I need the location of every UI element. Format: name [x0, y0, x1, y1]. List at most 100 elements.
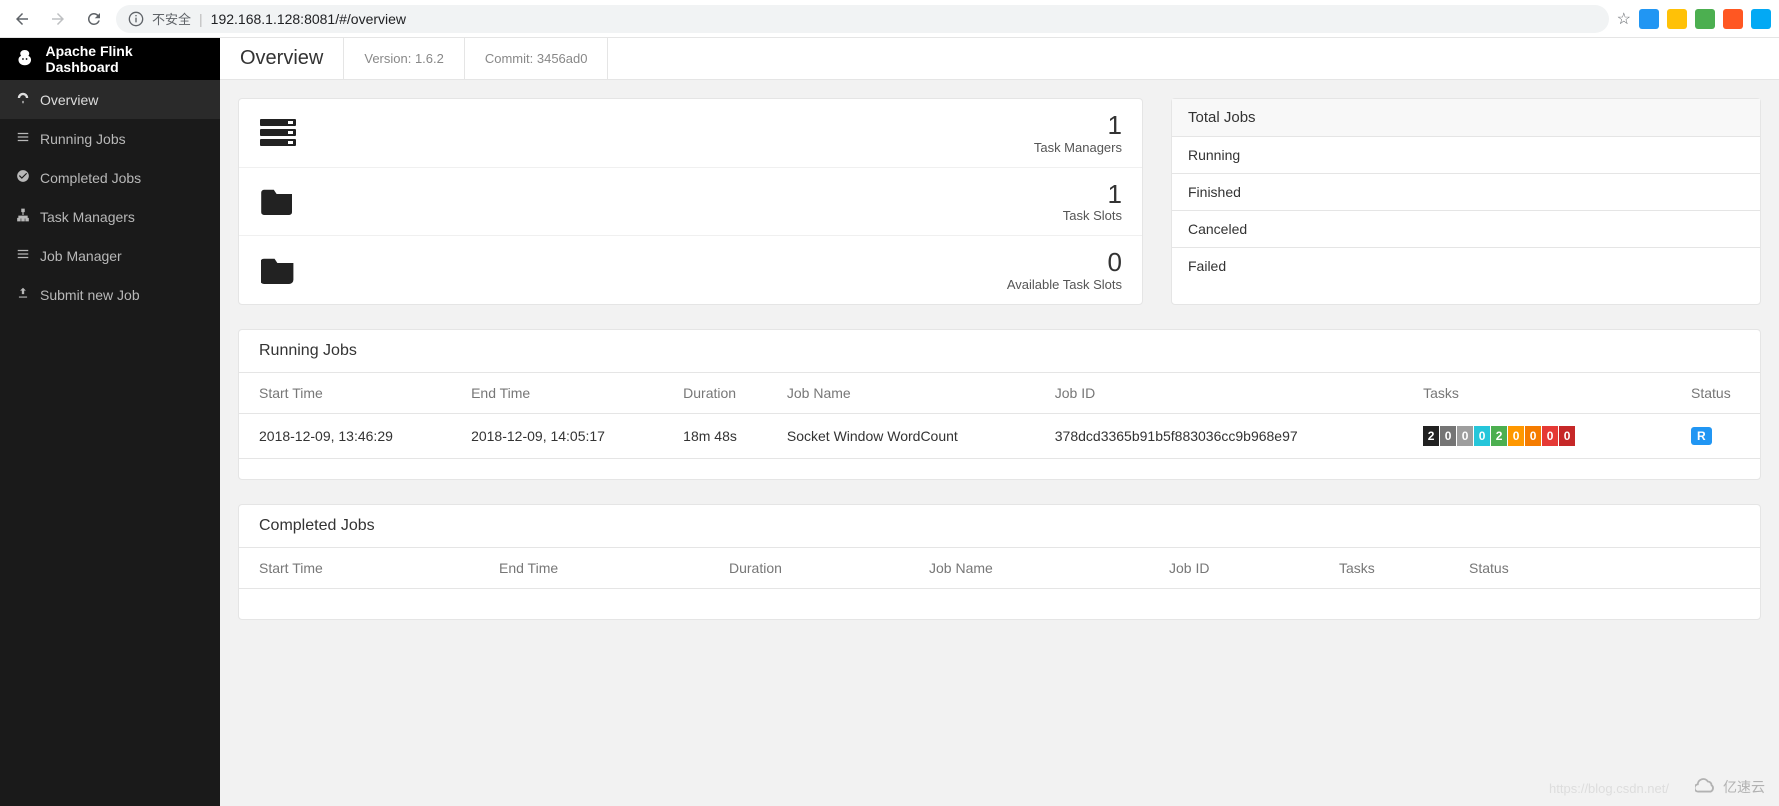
sidebar-item-label: Running Jobs [40, 131, 126, 147]
extension-icon[interactable] [1751, 9, 1771, 29]
running-jobs-panel: Running Jobs Start TimeEnd TimeDurationJ… [238, 329, 1761, 480]
total-jobs-header: Total Jobs [1172, 99, 1760, 137]
cell: 18m 48s [663, 413, 767, 458]
task-badge: 0 [1525, 426, 1541, 446]
running-jobs-table: Start TimeEnd TimeDurationJob NameJob ID… [239, 373, 1760, 459]
total-jobs-panel: Total Jobs RunningFinishedCanceledFailed [1171, 98, 1761, 305]
main-content: Overview Version: 1.6.2 Commit: 3456ad0 … [220, 38, 1779, 806]
list-icon [16, 247, 30, 264]
forward-button[interactable] [44, 5, 72, 33]
sidebar-item-job-manager[interactable]: Job Manager [0, 236, 220, 275]
col-start-time[interactable]: Start Time [239, 373, 451, 414]
col-tasks[interactable]: Tasks [1403, 373, 1671, 414]
col-start-time[interactable]: Start Time [239, 548, 479, 589]
task-badge: 0 [1440, 426, 1456, 446]
extension-icon[interactable] [1695, 9, 1715, 29]
col-end-time[interactable]: End Time [479, 548, 709, 589]
sidebar-item-label: Completed Jobs [40, 170, 141, 186]
stat-row-available-task-slots: 0Available Task Slots [239, 236, 1142, 304]
sitemap-icon [16, 208, 30, 225]
browser-chrome: 不安全 | 192.168.1.128:8081/#/overview ☆ [0, 0, 1779, 38]
folder-icon [259, 186, 297, 216]
sidebar-item-label: Overview [40, 92, 98, 108]
total-jobs-finished[interactable]: Finished [1172, 174, 1760, 211]
task-badge: 0 [1559, 426, 1575, 446]
cell: 378dcd3365b91b5f883036cc9b968e97 [1035, 413, 1403, 458]
sidebar-item-label: Job Manager [40, 248, 122, 264]
list-icon [16, 130, 30, 147]
total-jobs-canceled[interactable]: Canceled [1172, 211, 1760, 248]
col-status[interactable]: Status [1671, 373, 1760, 414]
table-row[interactable]: 2018-12-09, 13:46:292018-12-09, 14:05:17… [239, 413, 1760, 458]
stat-label: Task Managers [1034, 140, 1122, 155]
cell: 2018-12-09, 13:46:29 [239, 413, 451, 458]
col-duration[interactable]: Duration [663, 373, 767, 414]
check-circle-icon [16, 169, 30, 186]
stat-value: 1 [1063, 180, 1122, 209]
col-job-id[interactable]: Job ID [1149, 548, 1319, 589]
completed-jobs-table: Start TimeEnd TimeDurationJob NameJob ID… [239, 548, 1760, 589]
servers-icon [259, 118, 297, 148]
stat-value: 0 [1007, 248, 1122, 277]
extension-icon[interactable] [1667, 9, 1687, 29]
total-jobs-running[interactable]: Running [1172, 137, 1760, 174]
sidebar-item-submit-new-job[interactable]: Submit new Job [0, 275, 220, 314]
stat-label: Task Slots [1063, 208, 1122, 223]
col-end-time[interactable]: End Time [451, 373, 663, 414]
extension-icon[interactable] [1639, 9, 1659, 29]
running-jobs-title: Running Jobs [239, 330, 1760, 373]
stat-label: Available Task Slots [1007, 277, 1122, 292]
commit-label: Commit: 3456ad0 [465, 38, 609, 79]
cell: Socket Window WordCount [767, 413, 1035, 458]
completed-jobs-title: Completed Jobs [239, 505, 1760, 548]
extension-icons [1639, 9, 1771, 29]
url-text: 192.168.1.128:8081/#/overview [211, 11, 406, 27]
task-badge: 0 [1474, 426, 1490, 446]
sidebar-item-label: Submit new Job [40, 287, 140, 303]
sidebar-item-running-jobs[interactable]: Running Jobs [0, 119, 220, 158]
extension-icon[interactable] [1723, 9, 1743, 29]
task-badge: 0 [1542, 426, 1558, 446]
task-badge: 0 [1457, 426, 1473, 446]
star-icon[interactable]: ☆ [1617, 9, 1631, 29]
reload-button[interactable] [80, 5, 108, 33]
upload-icon [16, 286, 30, 303]
task-badge: 2 [1423, 426, 1439, 446]
folder-open-icon [259, 255, 297, 285]
status-badge: R [1691, 427, 1712, 445]
stat-row-task-managers: 1Task Managers [239, 99, 1142, 168]
sidebar-item-task-managers[interactable]: Task Managers [0, 197, 220, 236]
tasks-cell: 200020000 [1403, 413, 1671, 458]
completed-jobs-panel: Completed Jobs Start TimeEnd TimeDuratio… [238, 504, 1761, 620]
status-cell: R [1671, 413, 1760, 458]
col-job-name[interactable]: Job Name [767, 373, 1035, 414]
col-status[interactable]: Status [1449, 548, 1760, 589]
sidebar-title: Apache Flink Dashboard [46, 43, 206, 75]
col-job-name[interactable]: Job Name [909, 548, 1149, 589]
dashboard-icon [16, 91, 30, 108]
col-job-id[interactable]: Job ID [1035, 373, 1403, 414]
flink-logo-icon [14, 48, 36, 70]
total-jobs-failed[interactable]: Failed [1172, 248, 1760, 284]
topbar: Overview Version: 1.6.2 Commit: 3456ad0 [220, 38, 1779, 80]
sidebar-item-completed-jobs[interactable]: Completed Jobs [0, 158, 220, 197]
page-title: Overview [220, 38, 344, 79]
stat-value: 1 [1034, 111, 1122, 140]
col-duration[interactable]: Duration [709, 548, 909, 589]
sidebar-header[interactable]: Apache Flink Dashboard [0, 38, 220, 80]
sidebar-item-overview[interactable]: Overview [0, 80, 220, 119]
stat-row-task-slots: 1Task Slots [239, 168, 1142, 237]
version-label: Version: 1.6.2 [344, 38, 465, 79]
info-icon [128, 11, 144, 27]
security-label: 不安全 [152, 9, 191, 28]
col-tasks[interactable]: Tasks [1319, 548, 1449, 589]
task-badge: 2 [1491, 426, 1507, 446]
address-bar[interactable]: 不安全 | 192.168.1.128:8081/#/overview [116, 5, 1609, 33]
sidebar: Apache Flink Dashboard Overview Running J… [0, 38, 220, 806]
back-button[interactable] [8, 5, 36, 33]
watermark-url: https://blog.csdn.net/ [1549, 781, 1669, 796]
cell: 2018-12-09, 14:05:17 [451, 413, 663, 458]
task-badge: 0 [1508, 426, 1524, 446]
sidebar-item-label: Task Managers [40, 209, 135, 225]
stats-panel: 1Task Managers1Task Slots0Available Task… [238, 98, 1143, 305]
